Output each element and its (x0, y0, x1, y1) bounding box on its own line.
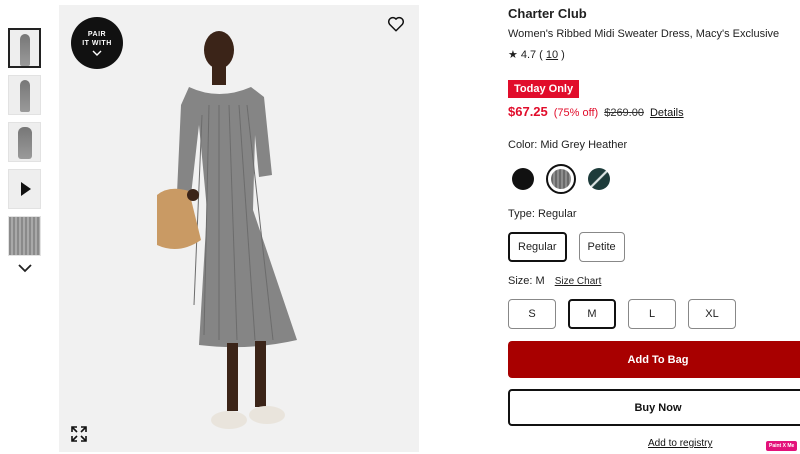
heart-icon[interactable] (387, 15, 405, 33)
buy-now-button[interactable]: Buy Now (508, 389, 800, 426)
chevron-down-icon (92, 50, 102, 56)
product-name: Women's Ribbed Midi Sweater Dress, Macy'… (508, 28, 780, 40)
type-option-petite[interactable]: Petite (578, 232, 625, 262)
details-link[interactable]: Details (650, 107, 684, 119)
star-icon: ★ (508, 49, 518, 61)
swatch-dark-green-stripe[interactable] (584, 164, 614, 194)
chevron-down-icon[interactable] (17, 262, 33, 274)
brand-name[interactable]: Charter Club (508, 6, 587, 21)
size-option-s[interactable]: S (508, 299, 556, 329)
extension-badge[interactable]: Paint X Me (766, 441, 798, 451)
swatch-mid-grey-heather[interactable] (546, 164, 576, 194)
play-icon (21, 182, 31, 196)
size-option-l[interactable]: L (628, 299, 676, 329)
thumbnail-flat-view[interactable] (8, 122, 41, 162)
size-option-m[interactable]: M (568, 299, 616, 329)
product-main-image[interactable]: PAIR IT WITH (59, 5, 419, 452)
size-label-row: Size: M Size Chart (508, 275, 601, 287)
model-photo (157, 31, 297, 429)
thumbnail-fabric-detail[interactable] (8, 216, 41, 256)
review-count-close: ) (561, 48, 565, 61)
rating[interactable]: ★ 4.7 (10) (508, 48, 565, 62)
expand-icon[interactable] (71, 426, 87, 442)
type-label: Type: Regular (508, 208, 577, 220)
thumbnail-video[interactable] (8, 169, 41, 209)
thumbnail-side-view[interactable] (8, 75, 41, 115)
sale-price: $67.25 (508, 104, 548, 119)
size-label: Size: M (508, 275, 545, 287)
type-option-regular[interactable]: Regular (508, 232, 567, 262)
discount-percent: (75% off) (553, 107, 599, 119)
thumbnail-list (8, 28, 44, 263)
size-chart-link[interactable]: Size Chart (555, 276, 602, 287)
size-option-xl[interactable]: XL (688, 299, 736, 329)
color-label: Color: Mid Grey Heather (508, 139, 628, 151)
add-to-bag-button[interactable]: Add To Bag (508, 341, 800, 378)
review-count-open: ( (539, 48, 543, 61)
size-options: S M L XL (508, 299, 736, 329)
today-only-badge: Today Only (508, 80, 580, 98)
add-to-registry-link[interactable]: Add to registry (648, 438, 712, 449)
pair-badge-line1: PAIR (87, 31, 107, 38)
color-swatches (508, 164, 614, 194)
type-options: Regular Petite (508, 232, 625, 262)
pair-badge-line2: IT WITH (82, 40, 112, 47)
rating-value: 4.7 (520, 48, 537, 61)
swatch-black[interactable] (508, 164, 538, 194)
thumbnail-front-view[interactable] (8, 28, 41, 68)
review-count[interactable]: 10 (546, 49, 558, 61)
pair-it-with-button[interactable]: PAIR IT WITH (71, 17, 123, 69)
original-price: $269.00 (604, 107, 644, 119)
price-row: $67.25 (75% off) $269.00 Details (508, 104, 684, 119)
